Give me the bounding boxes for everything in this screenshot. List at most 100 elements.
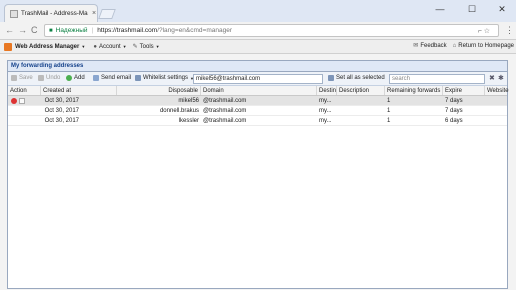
col-website[interactable]: Website <box>485 86 509 95</box>
browser-tab[interactable]: TrashMail - Address-Ma × <box>4 4 98 22</box>
address-path: /?lang=en&cmd=manager <box>157 27 232 34</box>
feedback-icon: ✉ <box>413 43 419 49</box>
set-all-selected-button[interactable]: Set all as selected <box>328 75 385 81</box>
maximize-button[interactable]: ☐ <box>460 2 484 16</box>
save-icon <box>11 75 17 81</box>
cell-domain: @trashmail.com <box>203 108 247 114</box>
table-row[interactable]: Oct 30, 2017 mikel56 @trashmail.com my..… <box>8 96 507 106</box>
bookmark-star-icon[interactable]: ⌐ ☆ <box>478 27 490 35</box>
app-menubar: Web Address Manager ▼ ● Account ▼ ✎ Tool… <box>0 40 516 54</box>
account-menu[interactable]: ● Account ▼ <box>93 44 126 50</box>
cell-expire: 6 days <box>445 118 463 124</box>
cell-created: Oct 30, 2017 <box>44 118 79 124</box>
forwarding-panel: My forwarding addresses Save Undo Add Se… <box>7 60 509 289</box>
address-separator: | <box>91 27 94 34</box>
col-destination[interactable]: Destina <box>317 86 337 95</box>
email-field[interactable]: mikel56@trashmail.com <box>193 74 323 84</box>
browser-titlebar: TrashMail - Address-Ma × — ☐ ✕ <box>0 0 516 22</box>
product-label: Web Address Manager <box>15 43 80 50</box>
col-expire[interactable]: Expire <box>443 86 485 95</box>
table-row[interactable]: Oct 30, 2017 lkessler @trashmail.com my.… <box>8 116 507 126</box>
whitelist-label: Whitelist settings <box>143 75 189 81</box>
clear-search-icon[interactable]: ✖ <box>489 74 495 82</box>
undo-icon <box>38 75 44 81</box>
address-host: https://trashmail.com <box>97 27 158 34</box>
browser-menu-icon[interactable]: ⋮ <box>505 25 514 36</box>
trashmail-logo-icon <box>4 42 12 51</box>
envelope-icon <box>93 75 99 81</box>
col-remaining[interactable]: Remaining forwards <box>385 86 443 95</box>
add-icon <box>66 75 72 81</box>
undo-button[interactable]: Undo <box>38 75 60 81</box>
chevron-down-icon: ▼ <box>81 44 86 49</box>
cell-disposable: lkessler <box>178 118 199 124</box>
col-disposable[interactable]: Disposable <box>117 86 201 95</box>
minimize-button[interactable]: — <box>428 2 452 16</box>
add-label: Add <box>74 75 85 81</box>
cell-remaining: 1 <box>387 118 391 124</box>
cell-remaining: 1 <box>387 98 391 104</box>
cell-destination: my... <box>319 108 332 114</box>
home-icon: ⌂ <box>452 42 457 49</box>
close-window-button[interactable]: ✕ <box>490 2 514 16</box>
chevron-down-icon: ▼ <box>122 44 127 49</box>
cell-created: Oct 30, 2017 <box>44 108 79 114</box>
cell-destination: my... <box>319 98 332 104</box>
whitelist-settings-button[interactable]: Whitelist settings ▼ <box>135 75 194 81</box>
product-menu[interactable]: Web Address Manager ▼ <box>4 42 86 51</box>
table-row[interactable]: Oct 30, 2017 donnell.brakus @trashmail.c… <box>8 106 507 116</box>
content-area: My forwarding addresses Save Undo Add Se… <box>0 54 516 290</box>
list-icon <box>135 75 141 81</box>
set-all-label: Set all as selected <box>336 75 385 81</box>
undo-label: Undo <box>46 75 61 81</box>
return-home-link[interactable]: ⌂ Return to Homepage <box>453 42 514 49</box>
panel-toolbar: Save Undo Add Send email Whitelist setti… <box>8 72 507 86</box>
new-tab-button[interactable] <box>98 9 116 19</box>
cell-expire: 7 days <box>445 108 463 114</box>
cell-disposable: donnell.brakus <box>159 108 199 114</box>
return-home-label: Return to Homepage <box>458 42 514 49</box>
delete-icon[interactable] <box>11 98 17 104</box>
secure-label: Надежный <box>55 27 88 34</box>
chevron-down-icon: ▼ <box>155 44 160 49</box>
col-domain[interactable]: Domain <box>201 86 317 95</box>
browser-toolbar: ← → C ■ Надежный | https://trashmail.com… <box>0 22 516 40</box>
reload-icon[interactable]: C <box>31 25 38 36</box>
check-all-icon <box>328 75 334 81</box>
settings-icon[interactable]: ✱ <box>498 74 504 82</box>
forward-icon[interactable]: → <box>18 25 27 36</box>
tools-menu[interactable]: ✎ Tools ▼ <box>132 43 160 51</box>
cell-destination: my... <box>319 118 332 124</box>
cell-domain: @trashmail.com <box>203 118 247 124</box>
add-button[interactable]: Add <box>66 75 85 81</box>
wrench-icon: ✎ <box>132 44 138 50</box>
grid-header: Action Created at Disposable Domain Dest… <box>8 86 509 96</box>
tools-label: Tools <box>139 43 154 50</box>
panel-title: My forwarding addresses <box>8 61 507 72</box>
save-button[interactable]: Save <box>11 75 33 81</box>
tab-close-icon[interactable]: × <box>92 10 96 17</box>
col-description[interactable]: Description <box>337 86 385 95</box>
favicon-icon <box>10 9 18 18</box>
save-label: Save <box>19 75 33 81</box>
send-email-label: Send email <box>101 75 132 81</box>
col-created[interactable]: Created at <box>41 86 117 95</box>
feedback-label: Feedback <box>420 42 447 49</box>
cell-remaining: 1 <box>387 108 391 114</box>
cell-disposable: mikel56 <box>178 98 199 104</box>
appbar-right-group: ✉ Feedback ⌂ Return to Homepage <box>407 42 514 50</box>
address-bar[interactable]: ■ Надежный | https://trashmail.com /?lan… <box>44 24 499 37</box>
back-icon[interactable]: ← <box>5 25 14 36</box>
feedback-link[interactable]: ✉ Feedback <box>413 42 447 50</box>
user-icon: ● <box>93 43 97 50</box>
cell-created: Oct 30, 2017 <box>44 98 79 104</box>
lock-icon: ■ <box>49 27 53 34</box>
cell-expire: 7 days <box>445 98 463 104</box>
account-label: Account <box>98 43 121 50</box>
edit-icon[interactable] <box>19 98 25 104</box>
cell-domain: @trashmail.com <box>203 98 247 104</box>
search-input[interactable]: search <box>389 74 485 84</box>
col-action[interactable]: Action <box>8 86 41 95</box>
tab-title: TrashMail - Address-Ma <box>21 10 88 17</box>
send-email-button[interactable]: Send email <box>93 75 131 81</box>
